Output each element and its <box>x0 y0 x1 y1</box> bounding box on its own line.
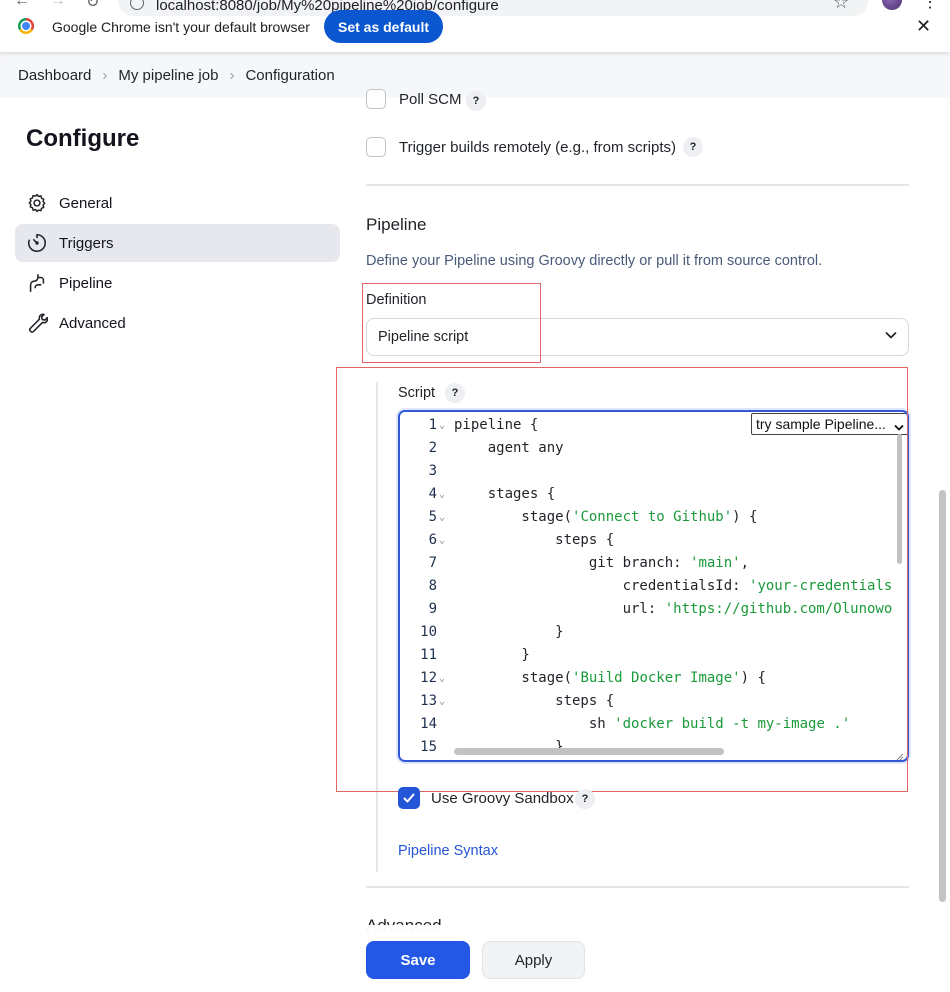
address-url: localhost:8080/job/My%20pipeline%20job/c… <box>156 0 499 14</box>
forward-icon[interactable]: → <box>50 0 66 10</box>
checkmark-icon <box>403 793 415 803</box>
bookmark-star-icon[interactable]: ☆ <box>833 0 849 13</box>
definition-highlight-box <box>362 283 541 363</box>
breadcrumb: Dashboard › My pipeline job › Configurat… <box>18 67 335 84</box>
save-button[interactable]: Save <box>366 941 470 979</box>
poll-scm-checkbox[interactable] <box>366 89 386 109</box>
section-divider <box>366 184 909 186</box>
pipeline-icon <box>26 272 48 294</box>
sidebar-item-triggers[interactable]: Triggers <box>15 224 340 262</box>
trigger-remotely-help-icon[interactable]: ? <box>683 137 703 157</box>
apply-button[interactable]: Apply <box>482 941 585 979</box>
trigger-remotely-label: Trigger builds remotely (e.g., from scri… <box>399 139 677 156</box>
browser-toolbar: ← → ↻ localhost:8080/job/My%20pipeline%2… <box>0 0 950 52</box>
breadcrumb-dashboard[interactable]: Dashboard <box>18 67 91 84</box>
poll-scm-label: Poll SCM <box>399 91 462 108</box>
sidebar-item-label: Pipeline <box>59 274 113 292</box>
breadcrumb-separator-icon: › <box>229 67 235 84</box>
set-as-default-button[interactable]: Set as default <box>324 10 443 43</box>
groovy-sandbox-label: Use Groovy Sandbox <box>431 790 574 807</box>
trigger-remotely-checkbox[interactable] <box>366 137 386 157</box>
reload-icon[interactable]: ↻ <box>86 0 99 12</box>
pipeline-syntax-link[interactable]: Pipeline Syntax <box>398 843 498 859</box>
sidebar-item-general[interactable]: General <box>15 184 340 222</box>
page-title: Configure <box>26 125 140 152</box>
section-divider <box>366 886 909 888</box>
bottom-action-bar <box>0 925 950 992</box>
sidebar-item-label: Advanced <box>59 314 126 332</box>
back-icon[interactable]: ← <box>14 0 30 10</box>
chrome-logo-icon <box>18 18 34 34</box>
breadcrumb-configuration[interactable]: Configuration <box>245 67 334 84</box>
breadcrumb-job[interactable]: My pipeline job <box>118 67 218 84</box>
stopwatch-icon <box>26 232 48 254</box>
breadcrumb-separator-icon: › <box>102 67 108 84</box>
script-highlight-box <box>336 367 908 792</box>
chevron-down-icon <box>884 328 898 347</box>
default-browser-message: Google Chrome isn't your default browser <box>52 19 310 35</box>
gear-icon <box>26 192 48 214</box>
page-scrollbar[interactable] <box>939 490 946 902</box>
groovy-sandbox-help-icon[interactable]: ? <box>575 789 595 809</box>
sidebar-item-pipeline[interactable]: Pipeline <box>15 264 340 302</box>
infobar-close-icon[interactable]: ✕ <box>916 16 931 37</box>
chrome-menu-icon[interactable]: ⋮ <box>922 0 938 12</box>
sidebar-item-label: Triggers <box>59 234 114 252</box>
pipeline-section-description: Define your Pipeline using Groovy direct… <box>366 253 823 269</box>
address-bar[interactable]: localhost:8080/job/My%20pipeline%20job/c… <box>118 0 868 16</box>
wrench-icon <box>26 312 48 334</box>
groovy-sandbox-checkbox[interactable] <box>398 787 420 809</box>
sidebar-item-label: General <box>59 194 113 212</box>
pipeline-section-heading: Pipeline <box>366 215 427 234</box>
sidebar-item-advanced[interactable]: Advanced <box>15 304 340 342</box>
site-info-icon[interactable] <box>130 0 144 10</box>
poll-scm-help-icon[interactable]: ? <box>466 91 486 111</box>
profile-avatar[interactable] <box>882 0 902 10</box>
